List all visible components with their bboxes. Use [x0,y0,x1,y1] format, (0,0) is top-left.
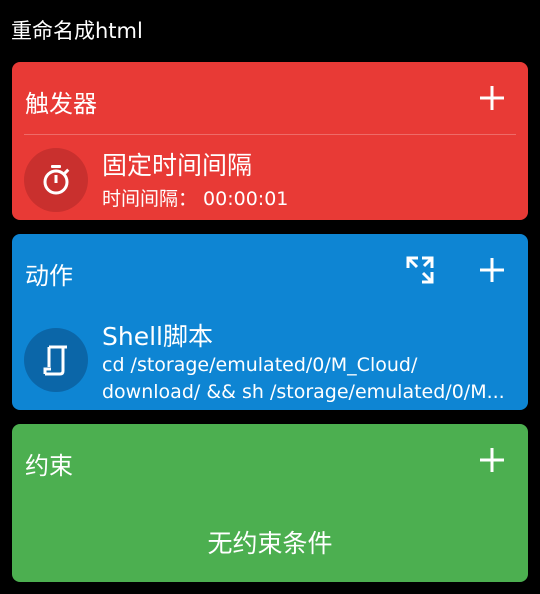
trigger-card: 触发器 固定时间间隔 时间间隔： 00:00:01 [12,62,528,220]
plus-icon [480,86,504,110]
action-item-detail: cd /storage/emulated/0/M_Cloud/ download… [102,352,505,406]
plus-icon [480,448,504,472]
action-item-detail-line1: cd /storage/emulated/0/M_Cloud/ [102,354,418,376]
script-icon [43,345,67,376]
title-bar: 重命名成html [0,0,540,60]
action-item-name: Shell脚本 [102,322,213,351]
constraint-card-title: 约束 [25,452,73,480]
trigger-item-icon-circle [24,148,88,212]
timer-icon [43,165,70,195]
expand-button[interactable] [404,254,436,286]
action-card: 动作 Shell脚本 cd /storage/emulated/0/M_Clou… [12,234,528,410]
action-card-title: 动作 [25,262,73,290]
trigger-item[interactable]: 固定时间间隔 时间间隔： 00:00:01 [12,138,528,218]
trigger-item-detail: 时间间隔： 00:00:01 [102,188,289,210]
action-item[interactable]: Shell脚本 cd /storage/emulated/0/M_Cloud/ … [12,312,528,404]
trigger-item-name: 固定时间间隔 [102,151,253,180]
expand-icon [406,256,434,284]
action-item-detail-line2: download/ && sh /storage/emulated/0/M... [102,381,505,403]
add-action-button[interactable] [478,256,506,284]
action-item-icon-circle [24,328,88,392]
page-title: 重命名成html [11,19,143,43]
plus-icon [480,258,504,282]
divider [24,134,516,135]
no-constraints-text: 无约束条件 [207,529,333,558]
add-trigger-button[interactable] [478,84,506,112]
constraint-card: 约束 无约束条件 [12,424,528,582]
add-constraint-button[interactable] [478,446,506,474]
trigger-card-title: 触发器 [25,90,97,118]
